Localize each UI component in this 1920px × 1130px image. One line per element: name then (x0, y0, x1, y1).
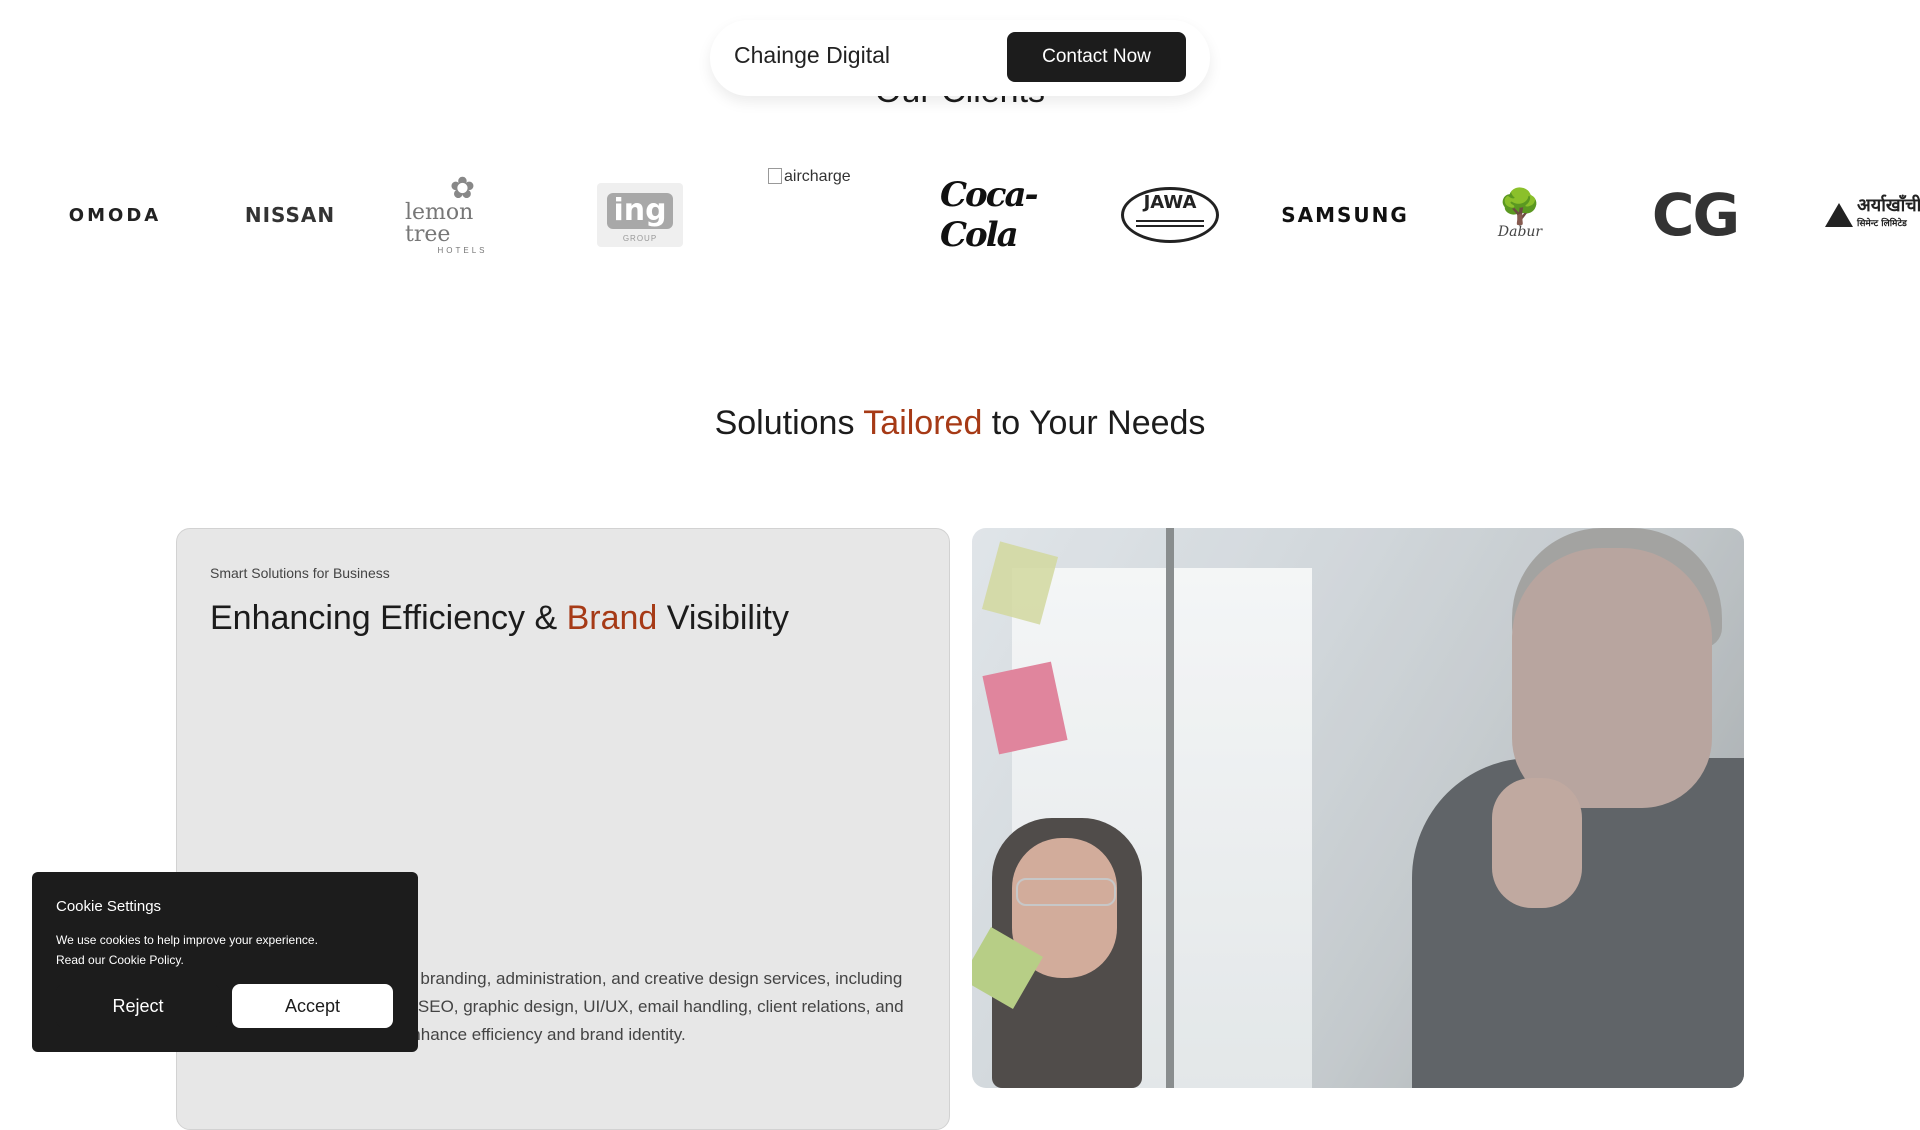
aircharge-logo-broken: aircharge (768, 168, 898, 198)
nissan-logo-text: NISSAN (244, 203, 336, 227)
ing-logo-text: ing (607, 193, 673, 229)
contact-now-button[interactable]: Contact Now (1007, 32, 1186, 82)
coca-cola-logo-text: Coca-Cola (940, 175, 1039, 255)
lemon-tree-logo-sub: HOTELS (437, 245, 488, 255)
card-title-part: Visibility (657, 599, 789, 637)
reject-button[interactable]: Reject (56, 984, 220, 1028)
client-logos-row: OMODA NISSAN ✿ lemon tree HOTELS ing GRO… (0, 160, 1920, 280)
samsung-logo: SAMSUNG (1281, 160, 1407, 270)
coca-cola-logo: Coca-Cola (940, 160, 1050, 270)
wing-icon (1136, 220, 1204, 222)
lemon-tree-logo: ✿ lemon tree HOTELS (405, 160, 520, 270)
aryakhachi-logo-sub: सिमेन्ट लिमिटेड (1857, 219, 1907, 229)
lemon-tree-logo-text: lemon tree (405, 199, 474, 247)
accept-button[interactable]: Accept (232, 984, 393, 1028)
cookie-text-line: We use cookies to help improve your expe… (56, 933, 318, 947)
jawa-logo-text: JAWA (1143, 192, 1197, 213)
solutions-title-accent: Tailored (863, 404, 983, 442)
nissan-logo: NISSAN (240, 160, 340, 270)
solutions-title-part: Solutions (714, 404, 864, 442)
broken-image-icon (768, 168, 782, 184)
card-kicker: Smart Solutions for Business (210, 565, 390, 581)
card-title: Enhancing Efficiency & Brand Visibility (210, 599, 789, 638)
solutions-title-part: to Your Needs (982, 404, 1206, 442)
brand-name[interactable]: Chainge Digital (734, 42, 890, 69)
omoda-logo-text: OMODA (68, 204, 162, 226)
team-photo (972, 528, 1744, 1088)
flower-icon: ✿ (449, 171, 476, 205)
cg-logo: CG (1640, 160, 1750, 270)
cookie-text: We use cookies to help improve your expe… (56, 930, 396, 970)
dabur-logo-text: Dabur (1497, 224, 1543, 240)
cg-logo-text: CG (1651, 181, 1740, 249)
card-title-part: Enhancing Efficiency & (210, 599, 567, 637)
cookie-title: Cookie Settings (56, 898, 162, 915)
card-title-accent: Brand (566, 599, 658, 637)
header-nav: Chainge Digital Contact Now (710, 20, 1210, 96)
mountain-icon (1825, 203, 1853, 227)
omoda-logo: OMODA (60, 160, 170, 270)
ing-logo-sub: GROUP (622, 234, 658, 243)
cookie-banner: Cookie Settings We use cookies to help i… (32, 872, 418, 1052)
aryakhachi-logo-text: अर्याखाँची (1857, 195, 1920, 216)
dabur-logo: 🌳 Dabur (1490, 160, 1550, 270)
solutions-heading: Solutions Tailored to Your Needs (0, 404, 1920, 443)
aryakhachi-logo: अर्याखाँची सिमेन्ट लिमिटेड (1825, 160, 1920, 270)
aircharge-alt-text: aircharge (784, 168, 851, 185)
ing-group-logo: ing GROUP (595, 160, 685, 270)
jawa-logo: JAWA (1120, 160, 1220, 270)
tree-icon: 🌳 (1498, 188, 1542, 226)
samsung-logo-text: SAMSUNG (1281, 203, 1409, 227)
cookie-policy-link[interactable]: Read our Cookie Policy. (56, 953, 184, 967)
